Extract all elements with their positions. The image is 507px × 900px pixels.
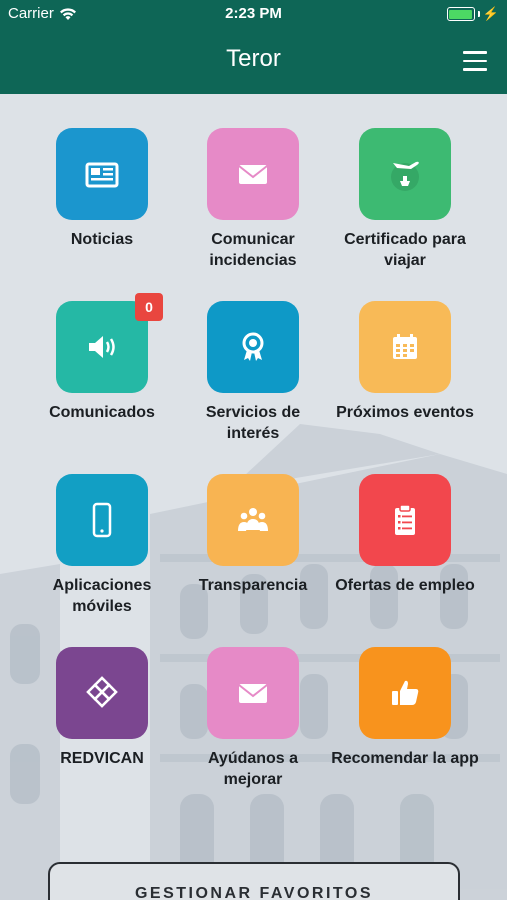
tile-icon-box: 0 [56,293,163,393]
newspaper-icon [85,162,119,188]
speaker-icon [89,336,115,358]
hamburger-icon[interactable] [463,51,487,71]
tile-icon-box [359,647,451,739]
plane-ship-icon [391,161,419,191]
tile-redvican[interactable]: REDVICAN [27,647,177,769]
tile-label: Próximos eventos [336,404,474,421]
clipboard-icon [395,504,415,535]
notification-badge: 0 [135,293,163,321]
tile-label: Servicios de interés [205,404,301,442]
tile-icon-box [207,301,299,393]
people-icon [238,508,268,531]
envelope-icon [238,684,268,703]
app-header: Carrier 2:23 PM ⚡ Teror [0,0,507,94]
tile-label: REDVICAN [60,750,144,767]
tile-icon-box [359,301,451,393]
tile-label: Ayúdanos a mejorar [207,750,299,788]
tile-label: Aplicaciones móviles [52,577,152,615]
smartphone-icon [92,502,112,538]
tile-icon-box [359,474,451,566]
tile-icon-box [359,128,451,220]
tile-icon-box [56,474,148,566]
tile-label: Comunicar incidencias [209,231,297,269]
tile-aplicaciones-moviles[interactable]: Aplicaciones móviles [27,474,177,617]
tile-recomendar-la-app[interactable]: Recomendar la app [330,647,480,769]
status-time: 2:23 PM [225,5,282,22]
redvican-logo-icon [86,676,118,708]
tile-comunicar-incidencias[interactable]: Comunicar incidencias [178,128,328,271]
tile-ofertas-de-empleo[interactable]: Ofertas de empleo [330,474,480,596]
tile-label: Ofertas de empleo [335,577,475,594]
tile-label: Noticias [70,231,134,248]
tile-icon-box [207,474,299,566]
tile-proximos-eventos[interactable]: Próximos eventos [330,301,480,423]
tile-comunicados[interactable]: 0 Comunicados [27,293,177,423]
tile-label: Comunicados [49,404,155,421]
tile-label: Certificado para viajar [344,231,466,269]
tile-icon-box [56,647,148,739]
status-bar: Carrier 2:23 PM ⚡ [0,0,507,28]
award-icon [242,332,264,361]
tile-ayudanos-a-mejorar[interactable]: Ayúdanos a mejorar [178,647,328,790]
page-title: Teror [226,45,281,72]
tile-label: Recomendar la app [331,750,479,767]
tile-label: Transparencia [198,577,308,594]
manage-favorites-button[interactable]: GESTIONAR FAVORITOS [48,862,460,900]
tile-certificado-para-viajar[interactable]: Certificado para viajar [330,128,480,271]
tile-icon-box [207,128,299,220]
thumbs-up-icon [392,680,419,705]
tile-icon-box [56,128,148,220]
tile-noticias[interactable]: Noticias [27,128,177,250]
charging-bolt-icon: ⚡ [482,6,499,21]
tile-transparencia[interactable]: Transparencia [178,474,328,596]
battery-icon: ⚡ [446,6,499,22]
main-content: Noticias Comunicar incidencias Certifica… [0,94,507,900]
tile-icon-box [207,647,299,739]
calendar-icon [393,334,417,359]
envelope-icon [238,165,268,184]
tile-servicios-de-interes[interactable]: Servicios de interés [178,301,328,444]
